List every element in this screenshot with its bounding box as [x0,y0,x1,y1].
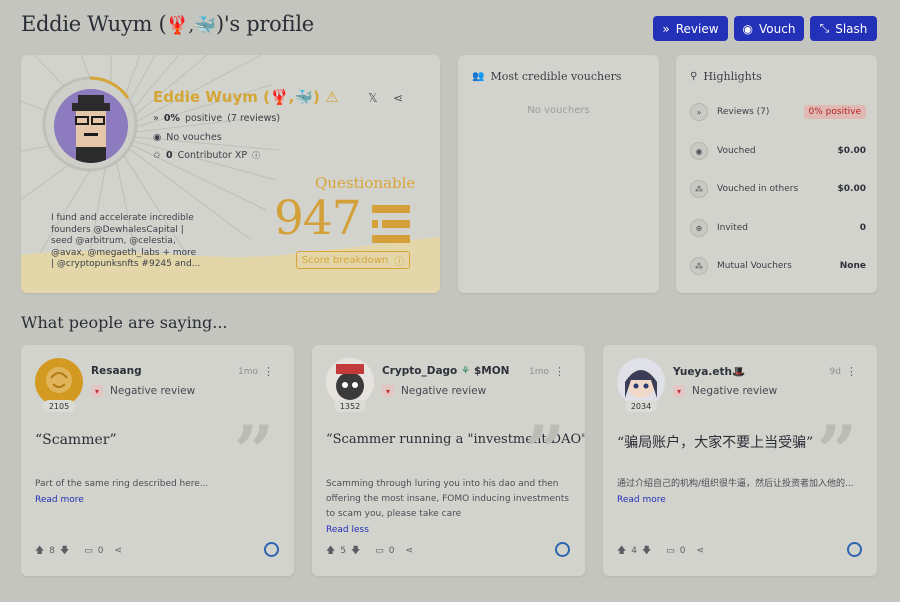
credibility-score: 947 [274,191,362,246]
vouch-icon: ◉ [742,21,754,36]
more-options-icon[interactable]: ⋮ [263,365,274,378]
review-actions: 🡅 5 🡇 ▭ 0 ⋖ [326,543,413,559]
people-icon: 👥 [472,71,485,82]
review-time: 1mo [529,367,549,377]
review-actions: 🡅 4 🡇 ▭ 0 ⋖ [617,543,704,559]
read-more-link[interactable]: Read more [617,495,666,505]
star-icon: ✩ [153,150,161,161]
highlights-heading: ⚲ Highlights [690,70,762,83]
invite-icon: ⊕ [690,219,708,237]
mutual-icon: ⁂ [690,257,708,275]
status-circle-icon[interactable] [264,542,279,557]
stat-xp: ✩ 0 Contributor XP ⓘ [153,150,261,161]
review-icon: » [690,103,708,121]
thumbs-down-icon: ▾ [91,385,103,397]
profile-card: Eddie Wuym (🦞,🐳) ⚠ 𝕏 ⋖ » 0% positive (7 re… [21,55,440,293]
comment-icon[interactable]: ▭ [666,546,675,556]
status-circle-icon[interactable] [847,542,862,557]
review-card[interactable]: 2034 Yueya.eth🎩 9d ⋮ ▾ Negative review “… [603,345,877,576]
share-icon[interactable]: ⋖ [406,546,414,556]
vouchers-empty: No vouchers [527,105,590,116]
review-author[interactable]: Crypto_Dago ⚘ $MON [382,365,509,377]
read-more-link[interactable]: Read more [35,495,84,505]
review-body: 通过介绍自己的机构/组织很牛逼，然后让投资者加入他的... [617,479,854,489]
verified-icon: ⚘ [460,365,471,377]
highlight-row-vouched[interactable]: ◉ Vouched $0.00 [690,140,866,162]
x-twitter-icon[interactable]: 𝕏 [368,91,378,105]
more-options-icon[interactable]: ⋮ [554,365,565,378]
highlight-row-mutual-vouchers[interactable]: ⁂ Mutual Vouchers None [690,255,866,277]
comment-icon[interactable]: ▭ [84,546,93,556]
thumbs-down-icon: ▾ [382,385,394,397]
avatar[interactable] [617,358,665,406]
review-actions: 🡅 8 🡇 ▭ 0 ⋖ [35,543,122,559]
read-less-link[interactable]: Read less [326,525,369,535]
review-type: ▾ Negative review [382,385,486,397]
section-title: What people are saying... [21,313,228,332]
review-card[interactable]: 1352 Crypto_Dago ⚘ $MON 1mo ⋮ ▾ Negative… [312,345,585,576]
slash-icon: ⤡ [819,21,830,35]
vouchers-heading: 👥 Most credible vouchers [472,70,622,83]
info-icon[interactable]: ⓘ [252,150,260,161]
profile-name: Eddie Wuym (🦞,🐳) ⚠ [153,88,339,106]
avatar [54,89,128,163]
review-type: ▾ Negative review [91,385,195,397]
upvote-icon[interactable]: 🡅 [617,543,626,559]
stat-reviews: » 0% positive (7 reviews) [153,113,281,124]
more-options-icon[interactable]: ⋮ [846,365,857,378]
people-icon: ⁂ [690,180,708,198]
highlights-card: ⚲ Highlights » Reviews (7) 0% positive ◉… [676,55,877,293]
positive-badge: 0% positive [803,105,866,119]
review-body: Part of the same ring described here... [35,479,209,489]
vouch-button[interactable]: ◉ Vouch [734,16,804,41]
review-body: Scamming through luring you into his dao… [326,479,569,519]
avatar[interactable] [35,358,83,406]
highlight-row-invited[interactable]: ⊕ Invited 0 [690,217,866,239]
review-author[interactable]: Yueya.eth🎩 [673,365,745,378]
reviewer-score: 2105 [43,400,75,412]
review-author[interactable]: Resaang [91,365,142,377]
review-time: 9d [829,367,841,377]
review-title: “Scammer” [35,432,117,448]
upvote-icon[interactable]: 🡅 [326,543,335,559]
review-title: “骗局账户，大家不要上当受骗” [617,435,814,451]
reviewer-score: 2034 [625,400,657,412]
review-card[interactable]: 2105 Resaang 1mo ⋮ ▾ Negative review “Sc… [21,345,294,576]
ethos-logo-icon [372,205,410,243]
highlights-icon: ⚲ [690,71,698,82]
reviewer-score: 1352 [334,400,366,412]
comment-icon[interactable]: ▭ [375,546,384,556]
downvote-icon[interactable]: 🡇 [351,543,360,559]
downvote-icon[interactable]: 🡇 [60,543,69,559]
score-breakdown-button[interactable]: Score breakdown ⓘ [296,251,410,269]
vouch-icon: ◉ [153,132,162,143]
upvote-icon[interactable]: 🡅 [35,543,44,559]
review-time: 1mo [238,367,258,377]
highlight-row-reviews[interactable]: » Reviews (7) 0% positive [690,101,866,123]
avatar[interactable] [326,358,374,406]
review-icon: » [662,21,670,36]
stat-vouches: ◉ No vouches [153,132,222,143]
vouch-icon: ◉ [690,142,708,160]
review-icon: » [153,113,159,124]
vouchers-card: 👥 Most credible vouchers No vouchers [458,55,659,293]
thumbs-down-icon: ▾ [673,385,685,397]
review-type: ▾ Negative review [673,385,777,397]
warning-icon: ⚠ [325,88,339,106]
share-icon[interactable]: ⋖ [697,546,705,556]
page-title: Eddie Wuym (🦞,🐳)'s profile [21,12,314,36]
slash-button[interactable]: ⤡ Slash [810,16,877,41]
review-button[interactable]: » Review [653,16,728,41]
downvote-icon[interactable]: 🡇 [642,543,651,559]
profile-bio: I fund and accelerate incredible founder… [51,213,201,269]
credibility-label: Questionable [315,174,416,192]
highlight-row-vouched-in-others[interactable]: ⁂ Vouched in others $0.00 [690,178,866,200]
share-icon[interactable]: ⋖ [393,91,403,105]
share-icon[interactable]: ⋖ [115,546,123,556]
status-circle-icon[interactable] [555,542,570,557]
info-icon: ⓘ [394,256,405,268]
